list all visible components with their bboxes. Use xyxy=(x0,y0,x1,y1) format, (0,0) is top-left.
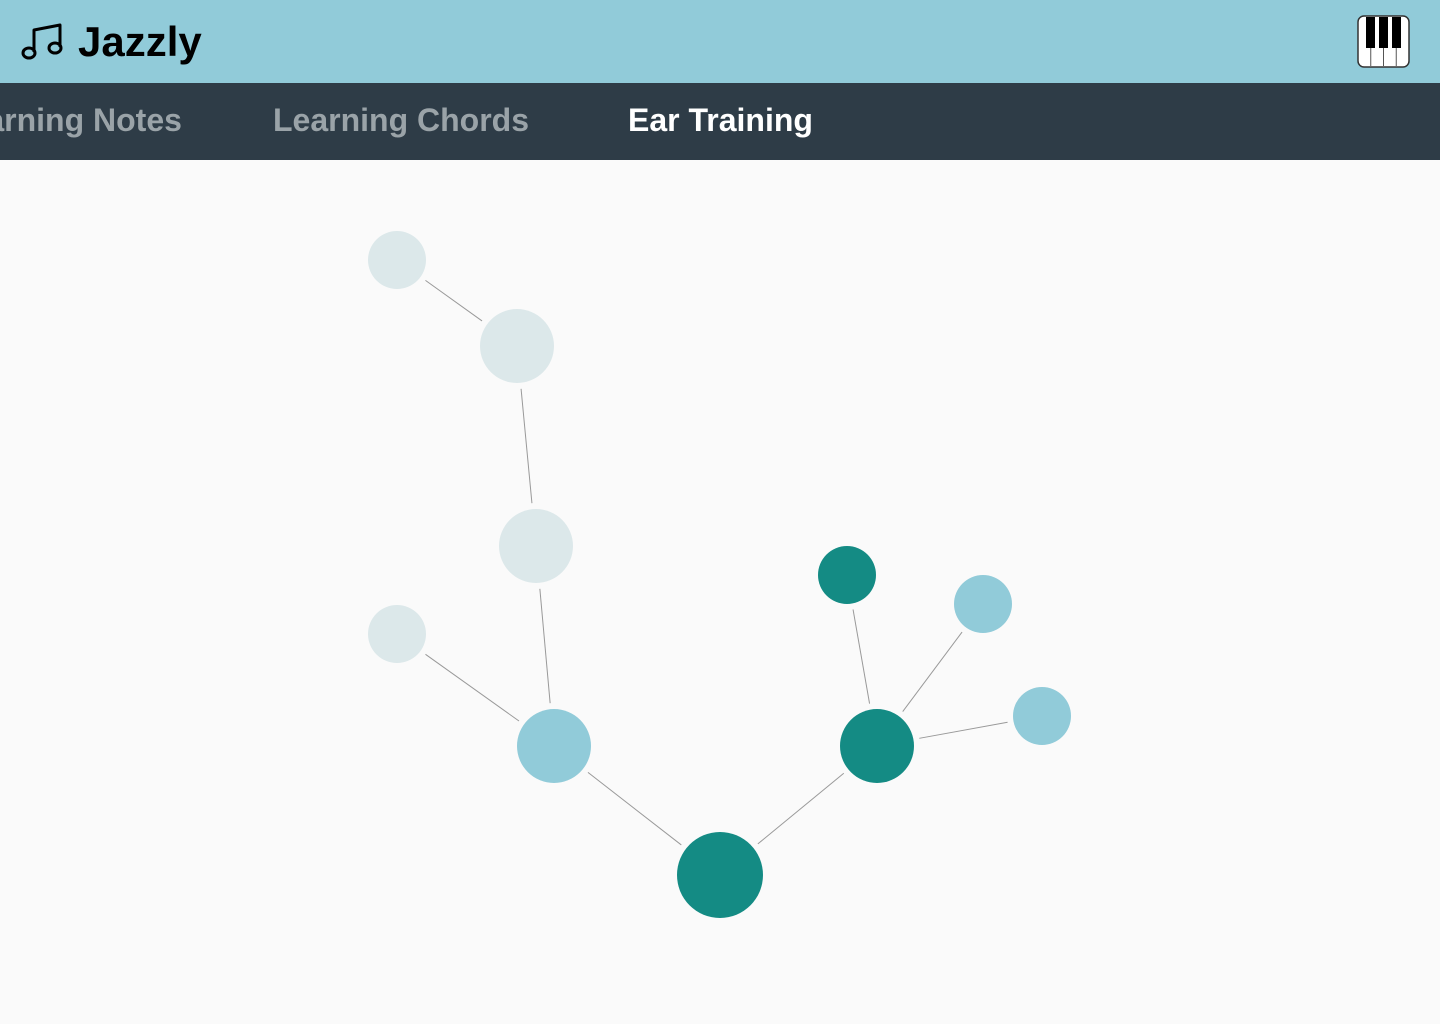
skill-node-left-mid xyxy=(499,509,573,583)
piano-keys-icon xyxy=(1357,15,1410,68)
edge-root-to-left-branch xyxy=(587,771,682,846)
skill-node-left-branch[interactable] xyxy=(517,709,591,783)
skill-node-right-upper-leaf[interactable] xyxy=(954,575,1012,633)
edge-right-branch-to-right-lower-leaf xyxy=(919,721,1008,739)
edge-right-branch-to-right-upper-leaf xyxy=(902,631,963,712)
skill-node-left-top-leaf xyxy=(368,231,426,289)
tab-learning-chords[interactable]: Learning Chords xyxy=(273,83,529,160)
skill-node-root[interactable] xyxy=(677,832,763,918)
edge-left-branch-to-left-leaf xyxy=(425,653,520,722)
skill-node-right-lower-leaf[interactable] xyxy=(1013,687,1071,745)
edge-right-branch-to-right-top xyxy=(852,609,871,704)
edge-root-to-right-branch xyxy=(757,772,845,845)
skill-node-right-top[interactable] xyxy=(818,546,876,604)
piano-button[interactable] xyxy=(1357,15,1410,68)
skill-node-right-branch[interactable] xyxy=(840,709,914,783)
app-title: Jazzly xyxy=(78,17,202,65)
skill-tree-graph xyxy=(0,160,1440,1024)
skill-node-left-leaf xyxy=(368,605,426,663)
music-note-icon xyxy=(20,22,64,62)
app-brand[interactable]: Jazzly xyxy=(20,0,202,83)
nodes-layer xyxy=(368,231,1071,918)
edge-left-mid-to-left-upper xyxy=(520,388,533,504)
skill-node-left-upper xyxy=(480,309,554,383)
edge-left-branch-to-left-mid xyxy=(539,588,551,704)
app-header: Jazzly xyxy=(0,0,1440,83)
edge-left-upper-to-left-top-leaf xyxy=(425,279,483,322)
skill-tree-canvas xyxy=(368,231,1071,918)
tab-learning-notes[interactable]: Learning Notes xyxy=(0,83,182,160)
tab-bar: Learning Notes Learning Chords Ear Train… xyxy=(0,83,1440,160)
tab-ear-training[interactable]: Ear Training xyxy=(628,83,813,160)
